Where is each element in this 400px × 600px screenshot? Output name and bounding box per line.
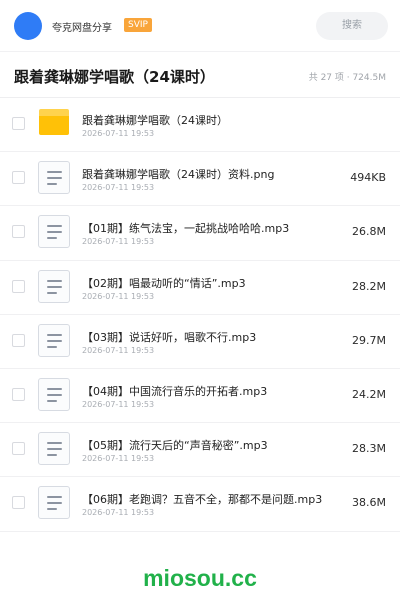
row-checkbox[interactable] [12,171,25,185]
file-row[interactable]: 【06期】老跑调？五音不全，那都不是问题.mp3 2026-07-11 19:5… [0,477,400,532]
page-title: 跟着龚琳娜学唱歌（24课时） [14,68,215,86]
row-checkbox[interactable] [12,496,25,510]
search-input[interactable]: 搜索 [316,12,388,40]
file-size: 26.8M [352,225,386,239]
file-name[interactable]: 【01期】练气法宝，一起挑战哈哈哈.mp3 [82,220,289,236]
file-name[interactable]: 【03期】说话好听，唱歌不行.mp3 [82,329,256,345]
file-size: 38.6M [352,496,386,510]
file-date: 2026-07-11 19:53 [82,183,155,193]
avatar[interactable] [14,12,42,40]
row-checkbox[interactable] [12,279,25,293]
file-date: 2026-07-11 19:53 [82,508,155,518]
file-row[interactable]: 【05期】流行天后的“声音秘密”.mp3 2026-07-11 19:53 28… [0,423,400,478]
row-checkbox[interactable] [12,387,25,401]
document-icon [38,269,70,303]
document-icon [38,161,70,195]
row-checkbox[interactable] [12,333,25,347]
file-name[interactable]: 【04期】中国流行音乐的开拓者.mp3 [82,383,267,399]
folder-summary: 共 27 项 · 724.5M [308,73,386,83]
row-checkbox[interactable] [12,117,25,130]
file-row[interactable]: 跟着龚琳娜学唱歌（24课时） 2026-07-11 19:53 [0,98,400,153]
svip-badge: SVIP [124,18,152,32]
file-date: 2026-07-11 19:53 [82,291,155,301]
file-date: 2026-07-11 19:53 [82,237,155,247]
row-checkbox[interactable] [12,442,25,456]
file-row[interactable]: 【01期】练气法宝，一起挑战哈哈哈.mp3 2026-07-11 19:53 2… [0,206,400,261]
file-list: 跟着龚琳娜学唱歌（24课时） 2026-07-11 19:53 跟着龚琳娜学唱歌… [0,98,400,532]
file-size: 28.2M [352,279,386,293]
share-header: 夸克网盘分享 SVIP 搜索 [0,0,400,52]
file-date: 2026-07-11 19:53 [82,454,155,464]
file-row[interactable]: 【02期】唱最动听的“情话”.mp3 2026-07-11 19:53 28.2… [0,261,400,315]
share-name[interactable]: 夸克网盘分享 [52,19,112,34]
file-date: 2026-07-11 19:53 [82,129,155,138]
document-icon [38,215,70,249]
file-name[interactable]: 【06期】老跑调？五音不全，那都不是问题.mp3 [82,491,322,507]
file-size: 494KB [350,171,386,185]
document-icon [38,486,70,520]
folder-icon [39,109,69,135]
file-name[interactable]: 跟着龚琳娜学唱歌（24课时）资料.png [82,166,274,182]
file-name[interactable]: 【05期】流行天后的“声音秘密”.mp3 [82,437,268,453]
file-row[interactable]: 跟着龚琳娜学唱歌（24课时）资料.png 2026-07-11 19:53 49… [0,152,400,207]
folder-title-bar: 跟着龚琳娜学唱歌（24课时） 共 27 项 · 724.5M [0,52,400,98]
file-date: 2026-07-11 19:53 [82,399,155,409]
file-row[interactable]: 【04期】中国流行音乐的开拓者.mp3 2026-07-11 19:53 24.… [0,369,400,424]
document-icon [38,377,70,411]
watermark-text: miosou.cc [143,565,257,591]
file-size: 28.3M [352,442,386,456]
document-icon [38,432,70,466]
file-name[interactable]: 跟着龚琳娜学唱歌（24课时） [82,112,228,128]
file-date: 2026-07-11 19:53 [82,345,155,355]
file-name[interactable]: 【02期】唱最动听的“情话”.mp3 [82,275,246,291]
file-size: 29.7M [352,333,386,347]
file-row[interactable]: 【03期】说话好听，唱歌不行.mp3 2026-07-11 19:53 29.7… [0,315,400,369]
row-checkbox[interactable] [12,225,25,239]
file-size: 24.2M [352,387,386,401]
document-icon [38,323,70,357]
